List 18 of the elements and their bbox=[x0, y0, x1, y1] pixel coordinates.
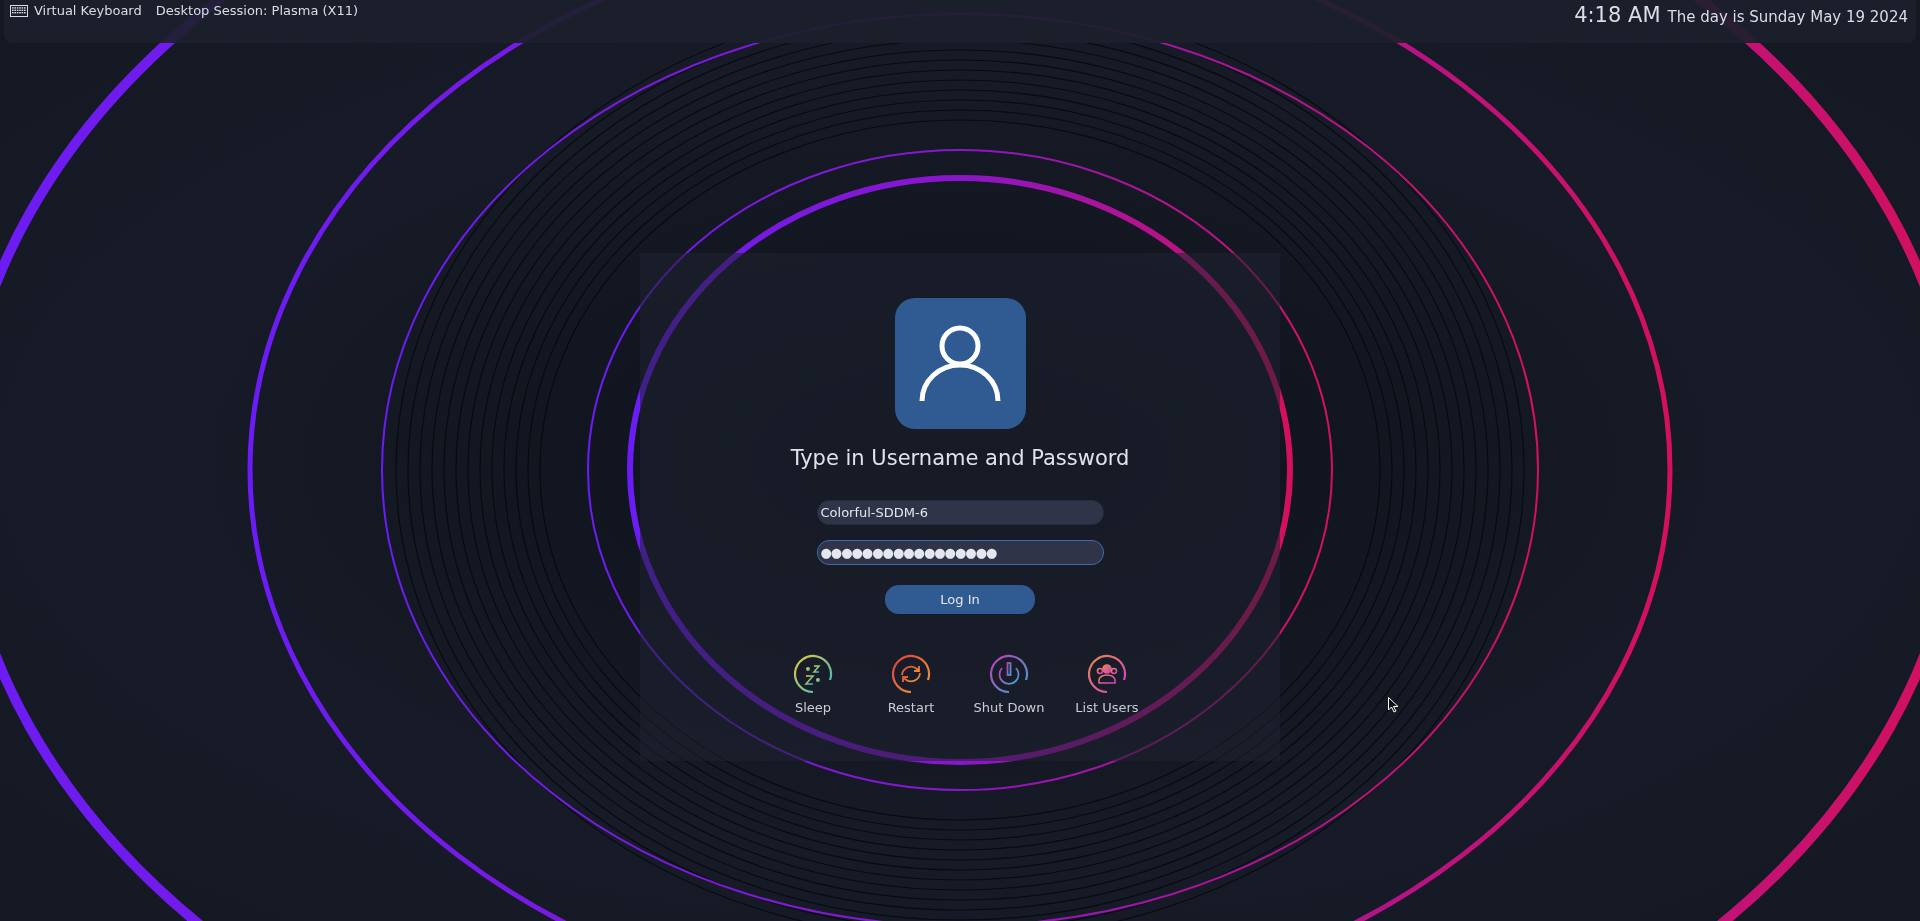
users-button[interactable]: List Users bbox=[1068, 654, 1146, 715]
shutdown-button[interactable]: Shut Down bbox=[970, 654, 1048, 715]
sleep-button[interactable]: Sleep bbox=[774, 654, 852, 715]
mouse-cursor-icon bbox=[1388, 697, 1399, 713]
restart-icon bbox=[891, 654, 931, 694]
sleep-icon bbox=[793, 654, 833, 694]
date-text: The day is Sunday May 19 2024 bbox=[1667, 8, 1908, 26]
users-icon bbox=[1087, 654, 1127, 694]
login-prompt: Type in Username and Password bbox=[790, 446, 1130, 470]
virtual-keyboard-button[interactable]: Virtual Keyboard bbox=[10, 3, 142, 18]
session-button[interactable]: Desktop Session: Plasma (X11) bbox=[155, 3, 359, 18]
restart-button[interactable]: Restart bbox=[872, 654, 950, 715]
password-field[interactable]: ●●●●●●●●●●●●●●●●● bbox=[816, 540, 1104, 565]
clock-time: 4:18 AM bbox=[1574, 3, 1661, 27]
shutdown-icon bbox=[989, 654, 1029, 694]
username-field[interactable]: Colorful-SDDM-6 bbox=[816, 500, 1104, 525]
keyboard-icon bbox=[10, 4, 28, 17]
login-button[interactable]: Log In bbox=[885, 585, 1035, 614]
